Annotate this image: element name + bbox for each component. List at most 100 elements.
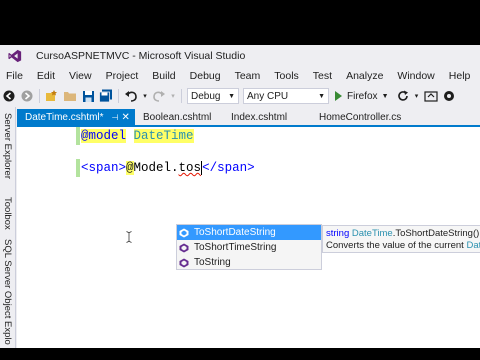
completion-label: ToShortDateString	[194, 227, 276, 238]
menu-help[interactable]: Help	[443, 70, 479, 82]
forward-arrow-icon	[21, 90, 33, 102]
overflow-button[interactable]	[441, 88, 457, 104]
open-file-button[interactable]	[62, 88, 78, 104]
document-tab-bar: DateTime.cshtml* ⊣ ✕ Boolean.cshtml Inde…	[17, 109, 480, 125]
code-line-2: <span>@Model.tos</span>	[80, 160, 255, 176]
side-tab-sql-server-object-explorer[interactable]: SQL Server Object Explo	[2, 239, 13, 345]
toolbar-separator	[118, 89, 119, 103]
chevron-down-icon: ▼	[228, 92, 235, 100]
video-frame: CursoASPNETMVC - Microsoft Visual Studio…	[0, 0, 480, 360]
tab-boolean-cshtml[interactable]: Boolean.cshtml	[135, 109, 223, 125]
redo-button[interactable]	[151, 88, 167, 104]
browser-link-button[interactable]	[423, 88, 439, 104]
new-project-button[interactable]	[44, 88, 60, 104]
tooltip-return-type: string	[326, 228, 350, 239]
tooltip-description: Converts the value of the current	[326, 240, 467, 251]
standard-toolbar: ▾ ▾ Debug ▼ Any CPU ▼ Firefox ▼ ▾	[0, 85, 480, 107]
pin-icon[interactable]: ⊣	[112, 113, 119, 122]
menu-tools[interactable]: Tools	[268, 70, 307, 82]
refresh-button[interactable]	[395, 88, 411, 104]
save-all-button[interactable]	[98, 88, 114, 104]
tooltip-signature: string DateTime.ToShortDateString()	[326, 228, 480, 240]
tab-index-cshtml[interactable]: Index.cshtml	[223, 109, 311, 125]
start-target-label: Firefox	[347, 90, 378, 102]
menu-test[interactable]: Test	[307, 70, 340, 82]
play-icon	[335, 91, 342, 101]
completion-item-toshorttimestring[interactable]: ToShortTimeString	[177, 240, 321, 255]
completion-item-toshortdatestring[interactable]: ToShortDateString	[177, 225, 321, 240]
save-icon	[82, 90, 94, 102]
chevron-down-icon: ▼	[381, 92, 389, 100]
window-title: CursoASPNETMVC - Microsoft Visual Studio	[36, 50, 246, 62]
more-icon	[443, 91, 454, 101]
method-icon	[179, 243, 189, 253]
model-expression: Model.	[133, 161, 179, 175]
span-open-tag: <span>	[81, 161, 127, 175]
tab-label: Index.cshtml	[231, 111, 288, 123]
menu-team[interactable]: Team	[229, 70, 269, 82]
method-icon	[179, 228, 189, 238]
toolbar-separator	[181, 89, 182, 103]
tooltip-description-line: Converts the value of the current Date	[326, 240, 480, 252]
menu-debug[interactable]: Debug	[184, 70, 229, 82]
method-icon	[179, 258, 189, 268]
back-arrow-icon	[3, 90, 15, 102]
chevron-down-icon: ▼	[318, 92, 325, 100]
save-button[interactable]	[80, 88, 96, 104]
menu-edit[interactable]: Edit	[31, 70, 63, 82]
visual-studio-window: CursoASPNETMVC - Microsoft Visual Studio…	[0, 45, 480, 348]
code-line-1: @model DateTime	[80, 128, 194, 144]
visual-studio-logo-icon	[8, 49, 22, 63]
redo-dropdown[interactable]: ▾	[169, 88, 177, 104]
menu-file[interactable]: File	[0, 70, 31, 82]
tab-label: DateTime.cshtml*	[25, 111, 104, 123]
navigate-forward-button[interactable]	[19, 88, 35, 104]
browser-link-icon	[423, 91, 438, 102]
model-type: DateTime	[133, 129, 194, 143]
configuration-value: Debug	[191, 90, 221, 102]
menu-view[interactable]: View	[63, 70, 100, 82]
completion-label: ToShortTimeString	[194, 242, 277, 253]
navigate-back-button[interactable]	[1, 88, 17, 104]
side-tab-server-explorer[interactable]: Server Explorer	[2, 113, 13, 179]
menu-project[interactable]: Project	[100, 70, 147, 82]
title-bar: CursoASPNETMVC - Microsoft Visual Studio	[0, 45, 480, 67]
tab-datetime-cshtml[interactable]: DateTime.cshtml* ⊣ ✕	[17, 109, 135, 125]
model-directive: @model	[81, 129, 127, 143]
quick-info-tooltip: string DateTime.ToShortDateString() Conv…	[322, 225, 480, 253]
folder-icon	[64, 92, 76, 101]
refresh-dropdown[interactable]: ▾	[413, 88, 421, 104]
undo-dropdown[interactable]: ▾	[141, 88, 149, 104]
intellisense-list: ToShortDateString ToShortTimeString ToSt…	[176, 224, 322, 270]
tooltip-type-name: DateTime	[351, 228, 393, 239]
completion-item-tostring[interactable]: ToString	[177, 255, 321, 270]
side-tab-toolbox[interactable]: Toolbox	[2, 197, 13, 230]
new-project-icon	[46, 90, 57, 101]
tab-label: HomeController.cs	[319, 111, 402, 123]
toolbar-separator	[39, 89, 40, 103]
close-icon[interactable]: ✕	[122, 112, 130, 123]
solution-platform-select[interactable]: Any CPU ▼	[243, 88, 329, 104]
tooltip-description-tail: Date	[466, 240, 480, 251]
typed-member-text: tos	[178, 161, 202, 175]
razor-at-symbol: @	[126, 161, 134, 175]
solution-configuration-select[interactable]: Debug ▼	[187, 88, 239, 104]
refresh-icon	[397, 90, 408, 101]
undo-icon	[125, 91, 137, 102]
menu-window[interactable]: Window	[391, 70, 442, 82]
tooltip-method: .ToShortDateString()	[392, 228, 480, 239]
tool-window-strip: Server Explorer Toolbox SQL Server Objec…	[0, 107, 16, 348]
mouse-ibeam-cursor-icon	[126, 231, 132, 243]
redo-icon	[153, 91, 165, 102]
menu-build[interactable]: Build	[146, 70, 183, 82]
start-debugging-button[interactable]: Firefox ▼	[335, 91, 389, 102]
save-all-icon	[99, 89, 112, 103]
undo-button[interactable]	[123, 88, 139, 104]
menu-bar: File Edit View Project Build Debug Team …	[0, 67, 480, 85]
menu-analyze[interactable]: Analyze	[340, 70, 391, 82]
span-close-tag: </span>	[202, 161, 255, 175]
tab-label: Boolean.cshtml	[143, 111, 212, 123]
tab-homecontroller-cs[interactable]: HomeController.cs	[311, 109, 421, 125]
platform-value: Any CPU	[247, 90, 289, 102]
completion-label: ToString	[194, 257, 231, 268]
